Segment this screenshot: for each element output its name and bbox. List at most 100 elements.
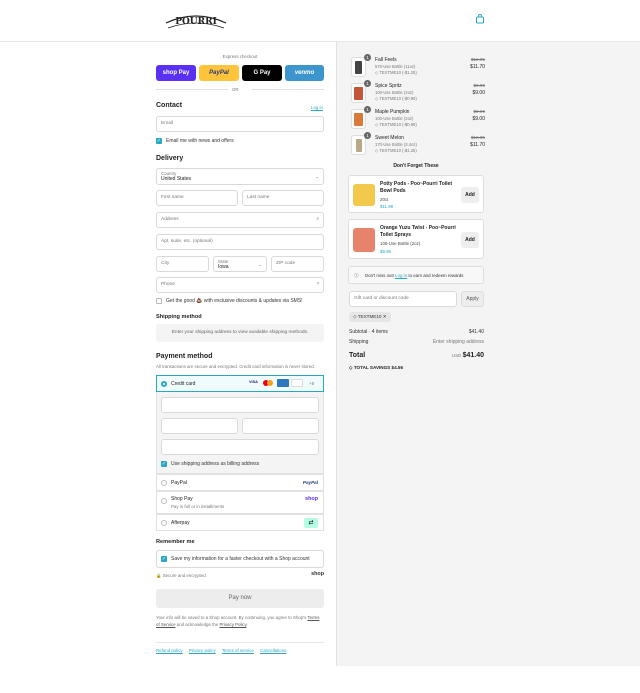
more-cards-badge: +5 bbox=[309, 381, 315, 386]
card-number-field[interactable] bbox=[161, 397, 319, 413]
apartment-field[interactable]: Apt, suite, etc. (optional) bbox=[156, 234, 324, 250]
divider bbox=[156, 89, 228, 90]
address-field[interactable]: Address ⌕ bbox=[156, 212, 324, 228]
gift-card-field[interactable]: Gift card or discount code bbox=[349, 291, 457, 307]
help-icon[interactable]: ? bbox=[316, 278, 319, 292]
upsell-price: $9.99 bbox=[380, 249, 391, 254]
subtotal-row: Subtotal · 4 items $41.40 bbox=[349, 329, 484, 335]
venmo-button[interactable]: venmo bbox=[285, 65, 324, 81]
credit-card-label: Credit card bbox=[171, 381, 196, 387]
item-variant: 570-Use Bottle (11oz) bbox=[375, 64, 416, 69]
afterpay-option[interactable]: Afterpay ⇄ bbox=[156, 514, 324, 531]
rewards-banner: ⓘ Don't miss out! Log in to earn and red… bbox=[348, 266, 484, 284]
savings-row: ◇ TOTAL SAVINGS $4.56 bbox=[349, 365, 484, 371]
upsell-card: Potty Pods - Poo~Pourri Toilet Bowl Pods… bbox=[348, 175, 484, 213]
rewards-tail: to earn and redeem rewards bbox=[408, 273, 464, 278]
visa-icon: VISA bbox=[249, 380, 258, 384]
shopping-bag-icon[interactable] bbox=[475, 14, 485, 24]
svg-text:POURRI: POURRI bbox=[175, 17, 217, 27]
divider bbox=[156, 642, 324, 643]
city-field[interactable]: City bbox=[156, 256, 209, 272]
refund-policy-link[interactable]: Refund policy bbox=[156, 648, 183, 653]
quantity-badge: 1 bbox=[364, 132, 371, 139]
divider bbox=[252, 89, 324, 90]
info-icon: ⓘ bbox=[354, 273, 359, 278]
afterpay-radio[interactable] bbox=[161, 520, 167, 526]
item-price: $11.70 bbox=[470, 64, 485, 70]
shop-pay-sublabel: Pay in full or in installments bbox=[171, 504, 225, 509]
item-discount-code: TEXTME10 (-$1.25) bbox=[379, 148, 417, 153]
quantity-badge: 1 bbox=[364, 80, 371, 87]
discount-chip-code: TEXTME10 bbox=[357, 314, 382, 319]
shipping-placeholder: Enter your shipping address to view avai… bbox=[156, 324, 324, 342]
paypal-logo: PayPal bbox=[302, 480, 318, 485]
privacy-policy-link[interactable]: Privacy policy bbox=[189, 648, 216, 653]
security-code-field[interactable] bbox=[242, 418, 319, 434]
savings-value: $4.56 bbox=[391, 365, 404, 370]
last-name-field[interactable]: Last name bbox=[242, 190, 324, 206]
rewards-login-link[interactable]: Log in bbox=[395, 273, 407, 278]
upsell-card: Orange Yuzu Twist - Poo~Pourri Toilet Sp… bbox=[348, 219, 484, 259]
upsell-variant: 100-Use Bottle (2oz) bbox=[380, 241, 421, 246]
upsell-name: Orange Yuzu Twist - Poo~Pourri Toilet Sp… bbox=[380, 225, 456, 238]
footer-links: Refund policy Privacy policy Terms of se… bbox=[156, 648, 286, 653]
pay-now-button[interactable]: Pay now bbox=[156, 589, 324, 608]
item-old-price: $9.99 bbox=[473, 83, 486, 88]
google-pay-button[interactable]: G Pay bbox=[242, 65, 282, 81]
zip-field[interactable]: ZIP code bbox=[271, 256, 324, 272]
terms-of-service-link[interactable]: Terms of service bbox=[222, 648, 254, 653]
sms-label: Get the good 💩 with exclusive discounts … bbox=[166, 298, 303, 304]
item-discount-code: TEXTME10 (-$0.99) bbox=[379, 122, 417, 127]
first-name-field[interactable]: First name bbox=[156, 190, 238, 206]
afterpay-label: Afterpay bbox=[171, 520, 190, 526]
remember-checkbox[interactable]: ✓ bbox=[161, 556, 167, 562]
legal-text: Your info will be saved to a Shop accoun… bbox=[156, 614, 324, 628]
product-image bbox=[351, 83, 366, 103]
cancellations-link[interactable]: Cancellations bbox=[260, 648, 286, 653]
name-on-card-field[interactable] bbox=[161, 439, 319, 455]
poopourri-logo[interactable]: POURRI bbox=[162, 9, 230, 31]
discover-icon bbox=[291, 379, 303, 387]
mastercard-icon bbox=[263, 380, 273, 387]
quantity-badge: 1 bbox=[364, 54, 371, 61]
paypal-radio[interactable] bbox=[161, 480, 167, 486]
add-button[interactable]: Add bbox=[461, 187, 479, 203]
country-label: Country bbox=[161, 171, 177, 176]
credit-card-radio[interactable] bbox=[161, 381, 167, 387]
product-image bbox=[351, 109, 366, 129]
add-button[interactable]: Add bbox=[461, 232, 479, 248]
upsell-variant: 20ct bbox=[380, 197, 389, 202]
shop-pay-button[interactable]: shop Pay bbox=[156, 65, 196, 81]
tag-icon: ◇ bbox=[349, 365, 353, 370]
item-discount-code: TEXTME10 (-$1.25) bbox=[379, 70, 417, 75]
address-placeholder: Address bbox=[161, 217, 179, 222]
apply-button[interactable]: Apply bbox=[461, 291, 484, 307]
cart-item: 1 Maple Pumpkin 100-Use Bottle (2oz) ◇ T… bbox=[351, 106, 485, 131]
country-select[interactable]: Country United States ⌄ bbox=[156, 168, 324, 185]
item-variant: 170-Use Bottle (3.4oz) bbox=[375, 142, 417, 147]
remember-box: ✓ Save my information for a faster check… bbox=[156, 550, 324, 568]
shop-pay-radio[interactable] bbox=[161, 498, 167, 504]
chevron-down-icon: ⌄ bbox=[258, 262, 262, 267]
sms-checkbox[interactable] bbox=[156, 298, 162, 304]
remove-discount-icon[interactable]: ✕ bbox=[383, 314, 387, 319]
delivery-heading: Delivery bbox=[156, 155, 184, 162]
phone-field[interactable]: Phone ? bbox=[156, 277, 324, 293]
news-checkbox[interactable]: ✓ bbox=[156, 138, 162, 144]
login-link[interactable]: Log in bbox=[311, 105, 323, 110]
privacy-link[interactable]: Privacy Policy bbox=[220, 622, 247, 627]
cart-item: 1 Sweet Melon 170-Use Bottle (3.4oz) ◇ T… bbox=[351, 132, 485, 157]
subtotal-label: Subtotal · 4 items bbox=[349, 329, 388, 335]
rewards-text: Don't miss out! Log in to earn and redee… bbox=[365, 273, 464, 278]
billing-checkbox[interactable]: ✓ bbox=[161, 461, 167, 467]
paypal-button[interactable]: PayPal bbox=[199, 65, 239, 81]
email-field[interactable]: Email bbox=[156, 116, 324, 132]
cart-item: 1 Fall Feels 570-Use Bottle (11oz) ◇ TEX… bbox=[351, 54, 485, 79]
shop-pay-option[interactable]: Shop Pay Pay in full or in installments … bbox=[156, 491, 324, 514]
state-select[interactable]: State Iowa ⌄ bbox=[213, 256, 267, 272]
item-discount: ◇ TEXTME10 (-$0.99) bbox=[375, 122, 417, 127]
expiration-field[interactable] bbox=[161, 418, 238, 434]
currency-code: USD bbox=[451, 353, 462, 358]
paypal-option[interactable]: PayPal PayPal bbox=[156, 474, 324, 491]
credit-card-option[interactable]: Credit card VISA +5 bbox=[156, 375, 324, 392]
